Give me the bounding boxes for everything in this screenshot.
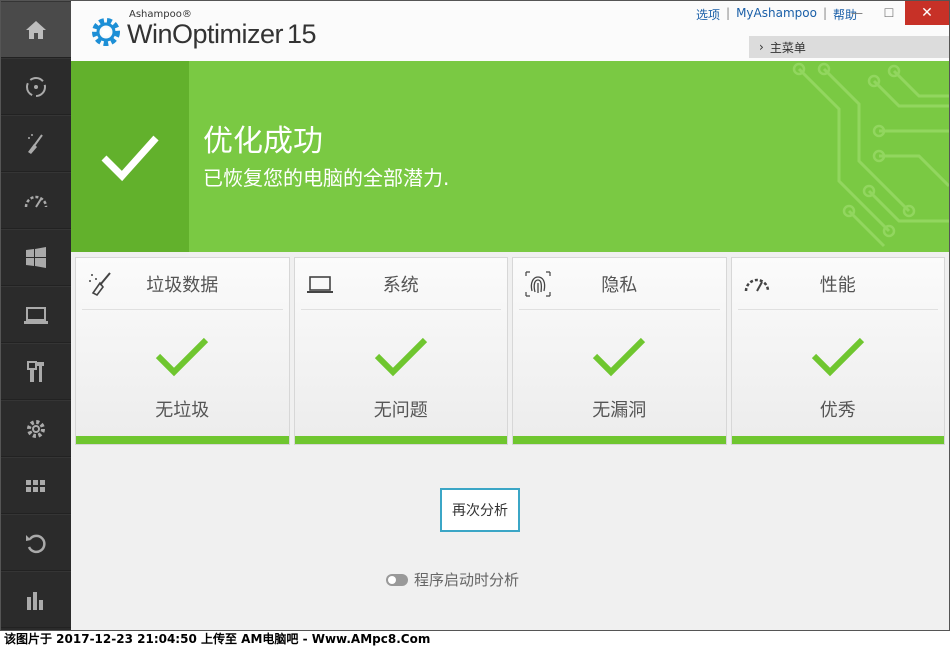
apps-grid-icon (26, 479, 45, 492)
status-bar (76, 436, 289, 444)
card-performance[interactable]: 性能 优秀 (730, 257, 945, 445)
sidebar-item-cleaner[interactable] (1, 115, 71, 172)
card-title: 系统 (382, 274, 419, 296)
banner-title: 优化成功 (203, 124, 323, 159)
sidebar-item-restore[interactable] (1, 514, 71, 571)
banner-subtitle: 已恢复您的电脑的全部潜力. (203, 166, 450, 190)
window-controls: — ☐ ✕ (841, 1, 949, 25)
startup-analysis-toggle[interactable] (386, 573, 408, 586)
banner-check-panel (71, 61, 189, 252)
cleaner-icon (28, 133, 43, 154)
startup-analysis-option: 程序启动时分析 (386, 569, 519, 590)
card-privacy[interactable]: 隐私 无漏洞 (512, 257, 727, 445)
minimize-button[interactable]: — (841, 1, 873, 25)
sidebar-item-home[interactable] (1, 1, 71, 58)
sidebar (1, 1, 71, 630)
sidebar-item-performance[interactable] (1, 172, 71, 229)
sidebar-item-maintenance[interactable] (1, 58, 71, 115)
close-button[interactable]: ✕ (905, 1, 949, 25)
reanalyze-button[interactable]: 再次分析 (440, 488, 520, 532)
app-logo: Ashampoo® WinOptimizer 15 (89, 9, 317, 55)
logo-gear-icon (92, 18, 120, 46)
card-status: 无漏洞 (592, 400, 647, 421)
maximize-button[interactable]: ☐ (873, 1, 905, 25)
checkmark-icon (593, 337, 646, 377)
status-bar (294, 436, 507, 444)
status-bar (731, 436, 944, 444)
stats-icon (27, 591, 43, 610)
checkmark-icon (156, 337, 209, 377)
chevron-right-icon: › (759, 40, 764, 54)
card-junk-data[interactable]: 垃圾数据 无垃圾 (75, 257, 290, 445)
speedometer-icon (24, 195, 48, 208)
settings-gear-icon (27, 419, 45, 438)
myashampoo-link[interactable]: MyAshampoo (736, 6, 817, 23)
options-link[interactable]: 选项 (696, 6, 720, 23)
card-status: 无垃圾 (155, 400, 210, 421)
laptop-icon (306, 275, 333, 293)
circuit-decoration-icon (792, 62, 949, 248)
link-separator: | (822, 6, 827, 20)
app-window: Ashampoo® WinOptimizer 15 选项 | MyAshampoo… (0, 0, 950, 631)
logo-product: WinOptimizer 15 (127, 19, 317, 50)
sidebar-item-stats[interactable] (1, 571, 71, 628)
card-status: 优秀 (819, 400, 856, 421)
restore-icon (26, 534, 46, 553)
sidebar-item-settings[interactable] (1, 400, 71, 457)
home-icon (26, 20, 46, 39)
success-banner: 优化成功 已恢复您的电脑的全部潜力. (71, 61, 949, 252)
upload-watermark-footer: 该图片于 2017-12-23 21:04:50 上传至 AM电脑吧 - Www… (0, 631, 950, 647)
card-title: 垃圾数据 (146, 274, 219, 296)
tools-icon (27, 360, 44, 382)
card-title: 性能 (819, 274, 856, 296)
checkmark-icon (374, 337, 427, 377)
sidebar-item-tools[interactable] (1, 343, 71, 400)
card-system[interactable]: 系统 无问题 (293, 257, 508, 445)
logo-product-name: WinOptimizer (127, 19, 284, 49)
sidebar-item-system[interactable] (1, 286, 71, 343)
header: Ashampoo® WinOptimizer 15 选项 | MyAshampoo… (71, 1, 949, 61)
laptop-icon (24, 306, 48, 324)
windows-icon (26, 246, 46, 268)
status-bar (513, 436, 726, 444)
checkmark-icon (101, 135, 159, 181)
link-separator: | (726, 6, 731, 20)
checkmark-icon (811, 337, 864, 377)
logo-version: 15 (287, 19, 317, 49)
maintenance-icon (26, 76, 46, 97)
top-links: 选项 | MyAshampoo | 帮助 (696, 6, 857, 23)
sidebar-item-windows[interactable] (1, 229, 71, 286)
card-title: 隐私 (601, 274, 638, 296)
startup-analysis-label: 程序启动时分析 (414, 571, 520, 589)
fingerprint-icon (525, 270, 551, 297)
result-cards: 垃圾数据 无垃圾 系统 无问题 隐私 无漏洞 性能 优秀 (75, 257, 945, 445)
main-menu-button[interactable]: › 主菜单 (749, 36, 949, 58)
sidebar-item-apps[interactable] (1, 457, 71, 514)
main-menu-label: 主菜单 (769, 40, 806, 55)
broom-icon (89, 271, 111, 296)
card-status: 无问题 (373, 400, 428, 421)
gauge-icon (744, 278, 769, 291)
